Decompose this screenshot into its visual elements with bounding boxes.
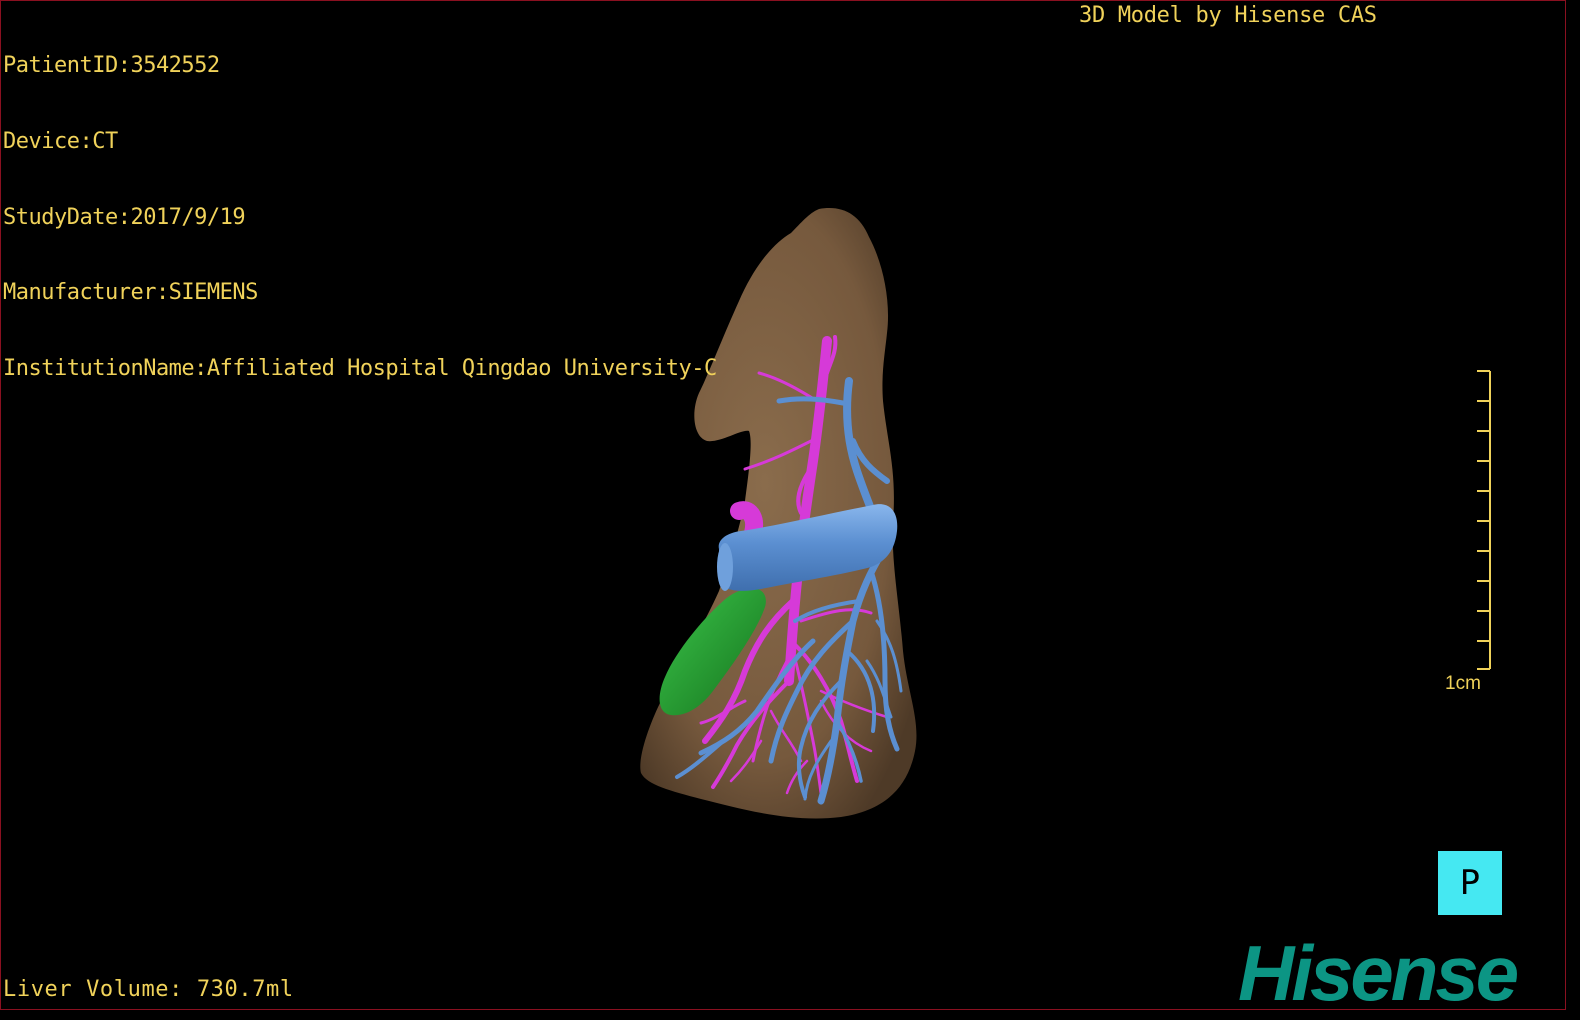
scale-ruler-icon	[1477, 370, 1491, 670]
liver-volume-text: Liver Volume: 730.7ml	[3, 977, 294, 1002]
institution-text: InstitutionName:Affiliated Hospital Qing…	[3, 355, 717, 381]
portal-vein-trunk-end	[717, 543, 733, 591]
scale-label: 1cm	[1445, 673, 1481, 694]
study-date-text: StudyDate:2017/9/19	[3, 204, 246, 230]
orientation-cube-icon[interactable]: P	[1438, 851, 1502, 915]
model-credit-text: 3D Model by Hisense CAS	[1079, 3, 1377, 28]
manufacturer-text: Manufacturer:SIEMENS	[3, 280, 258, 306]
patient-info-overlay: PatientID:3542552 Device:CT StudyDate:20…	[3, 3, 717, 431]
device-text: Device:CT	[3, 129, 118, 154]
viewport-3d[interactable]: PatientID:3542552 Device:CT StudyDate:20…	[0, 0, 1566, 1017]
orientation-label: P	[1459, 863, 1481, 903]
patient-id-text: PatientID:3542552	[3, 53, 220, 79]
hisense-logo: Hisense	[1238, 929, 1519, 1017]
